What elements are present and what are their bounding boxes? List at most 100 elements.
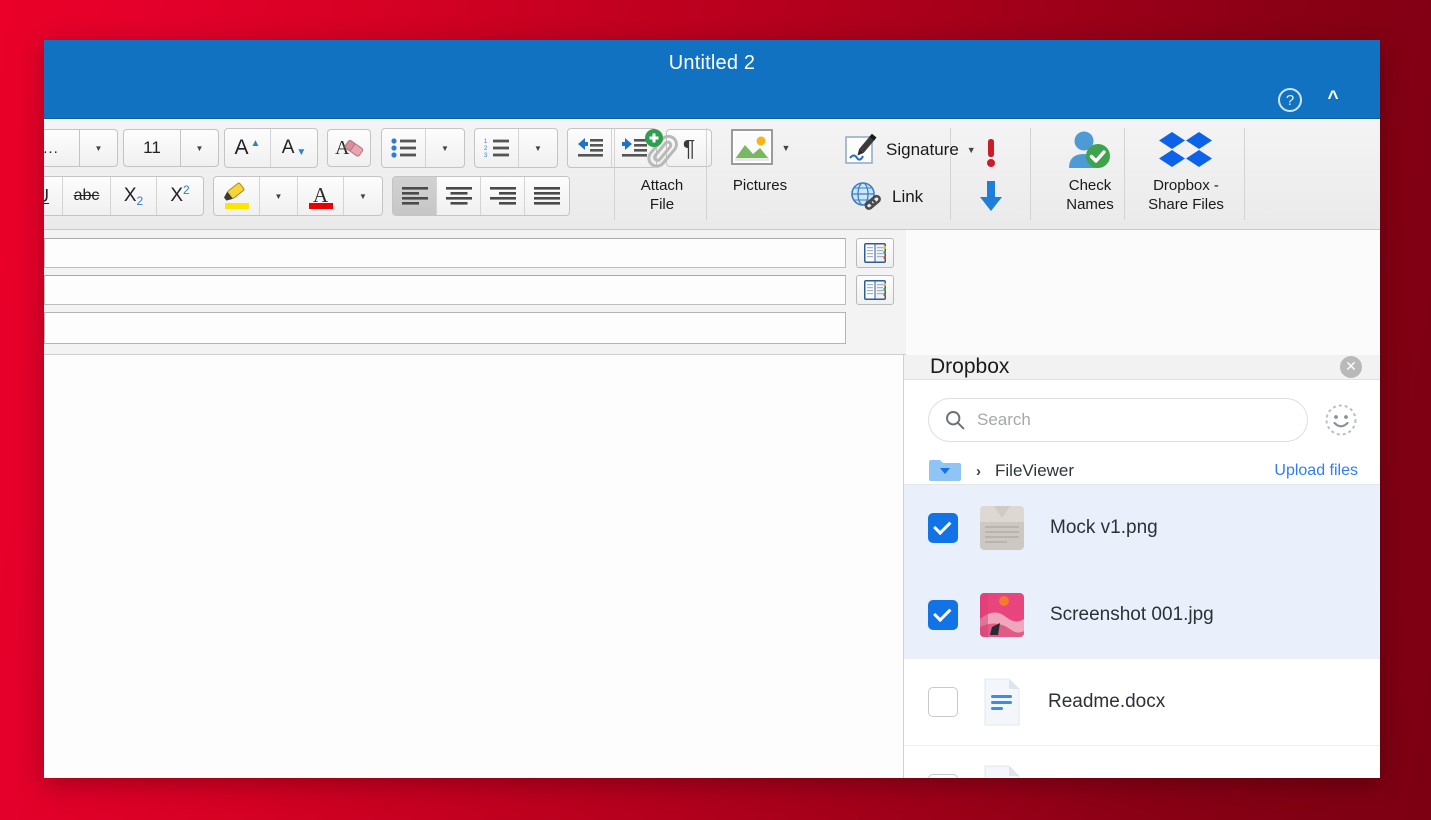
triangle-down-icon: ▼	[296, 147, 306, 158]
file-checkbox[interactable]	[928, 513, 958, 543]
shrink-font-button[interactable]: A ▼	[271, 129, 317, 167]
font-name-value: ...	[44, 140, 59, 157]
file-row[interactable]: Screenshot 001.jpg	[904, 572, 1380, 659]
font-color-button[interactable]: A	[298, 177, 344, 215]
arrow-down-icon	[976, 179, 1006, 213]
bulleted-list-button[interactable]	[382, 129, 426, 167]
superscript-label: X	[170, 185, 183, 207]
breadcrumb-folder-name[interactable]: FileViewer	[995, 461, 1274, 481]
decrease-indent-button[interactable]	[568, 129, 612, 167]
font-size-control[interactable]: 11 ▼	[123, 129, 219, 167]
help-circle-icon[interactable]: ?	[1278, 88, 1302, 112]
svg-text:1: 1	[484, 139, 488, 145]
align-right-button[interactable]	[481, 177, 525, 215]
signature-icon	[844, 133, 880, 167]
numbered-list-dropdown-arrow[interactable]: ▼	[519, 129, 557, 167]
superscript-button[interactable]: X2	[157, 177, 203, 215]
justify-button[interactable]	[525, 177, 569, 215]
message-body-editor[interactable]	[44, 355, 904, 778]
file-checkbox[interactable]	[928, 600, 958, 630]
justify-icon	[534, 187, 560, 205]
numbering-group: 1 2 3 ▼	[474, 128, 558, 168]
numbered-list-button[interactable]: 1 2 3	[475, 129, 519, 167]
folder-icon[interactable]	[928, 458, 962, 484]
underline-button[interactable]: U	[44, 177, 63, 215]
clear-formatting-icon: A	[334, 135, 364, 161]
clear-formatting-button[interactable]: A	[327, 129, 371, 167]
align-left-button[interactable]	[393, 177, 437, 215]
triangle-up-icon: ▲	[251, 138, 261, 149]
ribbon-separator	[1244, 128, 1245, 220]
window-body: Dropbox ✕	[44, 355, 1380, 778]
chevron-down-icon: ▼	[534, 144, 542, 153]
file-thumbnail	[980, 593, 1024, 637]
superscript-index: 2	[183, 183, 190, 197]
check-names-button[interactable]: Check Names	[1044, 128, 1136, 214]
email-header-fields	[44, 230, 906, 355]
highlight-color-dropdown-arrow[interactable]: ▼	[260, 177, 298, 215]
highlighter-icon	[222, 182, 252, 210]
check-names-label-line1: Check	[1069, 176, 1112, 195]
file-checkbox[interactable]	[928, 774, 958, 778]
cc-input[interactable]	[44, 275, 846, 305]
align-center-icon	[446, 187, 472, 205]
smiley-face-icon[interactable]	[1324, 403, 1358, 437]
attach-file-button[interactable]: Attach File	[616, 128, 708, 214]
search-input[interactable]	[977, 410, 1291, 430]
font-color-icon: A	[306, 182, 336, 210]
pictures-button[interactable]: ▼ Pictures	[708, 128, 812, 195]
align-left-icon	[402, 187, 428, 205]
file-checkbox[interactable]	[928, 687, 958, 717]
font-name-dropdown-arrow[interactable]: ▼	[80, 129, 118, 167]
file-row[interactable]: Mock v1.png	[904, 485, 1380, 572]
signature-button[interactable]: Signature ▼	[844, 133, 976, 167]
font-name-control[interactable]: ... ▼	[44, 129, 118, 167]
font-color-dropdown-arrow[interactable]: ▼	[344, 177, 382, 215]
strikethrough-label: abc	[74, 187, 100, 205]
pictures-dropdown-arrow[interactable]: ▼	[782, 139, 791, 158]
low-importance-button[interactable]	[976, 179, 1006, 218]
file-row[interactable]: Readme.docx	[904, 659, 1380, 746]
high-importance-button[interactable]	[976, 137, 1006, 176]
close-icon[interactable]: ✕	[1340, 356, 1362, 378]
dropbox-share-label-line1: Dropbox -	[1153, 176, 1219, 195]
ribbon-separator	[1030, 128, 1031, 220]
subscript-button[interactable]: X2	[111, 177, 157, 215]
decrease-indent-icon	[576, 138, 604, 158]
subject-input[interactable]	[44, 312, 846, 344]
chevron-down-icon: ▼	[359, 192, 367, 201]
bulleted-list-icon	[391, 138, 417, 158]
ribbon-row-bottom: U abc X2 X2	[44, 176, 579, 216]
dropbox-share-files-button[interactable]: Dropbox - Share Files	[1130, 128, 1242, 214]
strikethrough-button[interactable]: abc	[63, 177, 111, 215]
font-size-dropdown-arrow[interactable]: ▼	[181, 129, 219, 167]
address-book-icon	[863, 279, 887, 301]
upload-files-link[interactable]: Upload files	[1274, 462, 1358, 480]
font-size-field[interactable]: 11	[123, 129, 181, 167]
align-center-button[interactable]	[437, 177, 481, 215]
file-name: Readme.docx	[1048, 691, 1165, 713]
file-name: Screenshot 001.jpg	[1050, 604, 1214, 626]
font-name-field[interactable]: ...	[44, 129, 80, 167]
cc-address-book-button[interactable]	[856, 275, 894, 305]
bulleted-list-dropdown-arrow[interactable]: ▼	[426, 129, 464, 167]
cc-field-row	[44, 275, 906, 305]
grow-font-button[interactable]: A ▲	[225, 129, 271, 167]
pictures-icon	[730, 128, 776, 168]
mail-compose-window: Untitled 2 ? ^ ... ▼ 11 ▼	[44, 40, 1380, 778]
highlight-color-button[interactable]	[214, 177, 260, 215]
chevron-up-icon[interactable]: ^	[1320, 88, 1346, 112]
dropbox-panel-title: Dropbox	[930, 355, 1340, 379]
signature-dropdown-arrow[interactable]: ▼	[967, 145, 976, 155]
to-address-book-button[interactable]	[856, 238, 894, 268]
to-input[interactable]	[44, 238, 846, 268]
dropbox-search-bar	[904, 380, 1380, 458]
svg-text:2: 2	[484, 146, 488, 152]
underline-label: U	[44, 186, 49, 207]
link-button[interactable]: Link	[850, 181, 923, 213]
file-row[interactable]: Planning.docx	[904, 746, 1380, 778]
search-box[interactable]	[928, 398, 1308, 442]
word-document-icon	[982, 765, 1022, 778]
search-icon	[945, 410, 965, 430]
ribbon-separator	[614, 128, 615, 220]
